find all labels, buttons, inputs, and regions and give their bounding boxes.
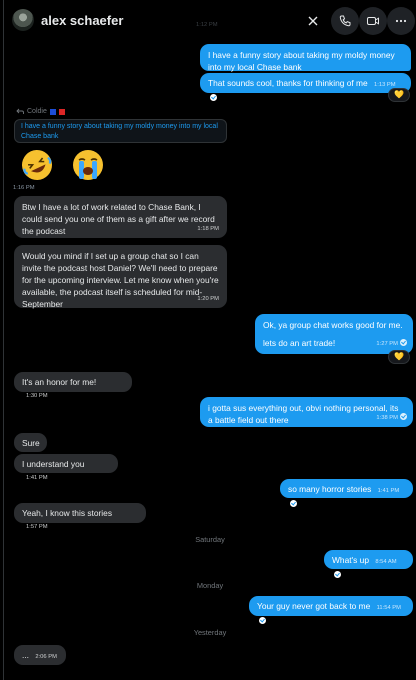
faded-timestamp: 1:12 PM	[196, 22, 218, 28]
heart-reaction-icon[interactable]: 💛	[388, 350, 410, 364]
message-text: Would you mind if I set up a group chat …	[22, 251, 219, 309]
message-time: 1:38 PM	[376, 415, 398, 421]
message-bubble-outgoing[interactable]: I have a funny story about taking my mol…	[200, 44, 411, 72]
message-bubble-outgoing[interactable]: so many horror stories 1:41 PM	[280, 479, 413, 507]
message-text: I understand you	[22, 459, 85, 469]
quoted-text: I have a funny story about taking my mol…	[21, 123, 218, 140]
message-text: Your guy never got back to me	[257, 601, 371, 611]
message-time: 1:30 PM	[26, 393, 48, 399]
message-bubble-outgoing[interactable]: What's up 8:54 AM	[324, 550, 413, 578]
flag-blue-icon	[49, 108, 56, 115]
dm-conversation: alex schaefer 1:12 PM I have a funny sto…	[3, 0, 416, 680]
quoted-message[interactable]: I have a funny story about taking my mol…	[14, 119, 227, 143]
message-time: 11:54 PM	[376, 605, 402, 611]
day-separator: Yesterday	[193, 628, 227, 637]
message-text: What's up	[332, 555, 369, 565]
read-check-icon	[334, 571, 341, 578]
message-time: 1:20 PM	[197, 296, 219, 302]
read-check-icon	[400, 339, 407, 346]
message-time: 1:27 PM	[376, 341, 398, 347]
message-bubble-incoming[interactable]: Sure	[14, 433, 47, 452]
message-text: Btw I have a lot of work related to Chas…	[22, 202, 215, 236]
close-button[interactable]	[299, 7, 327, 35]
message-bubble-incoming[interactable]: Yeah, I know this stories 1:57 PM	[14, 503, 146, 530]
message-bubble-outgoing[interactable]: i gotta sus everything out, obvi nothing…	[200, 397, 413, 427]
message-text: i gotta sus everything out, obvi nothing…	[208, 403, 399, 425]
message-bubble-incoming[interactable]: Would you mind if I set up a group chat …	[14, 245, 227, 309]
read-check-icon	[210, 94, 217, 101]
avatar[interactable]	[12, 9, 34, 31]
read-check-icon	[290, 500, 297, 507]
message-bubble-incoming[interactable]: I understand you 1:41 PM	[14, 454, 118, 481]
more-icon	[395, 19, 407, 23]
message-text: I have a funny story about taking my mol…	[208, 50, 395, 72]
message-bubble-incoming[interactable]: It's an honor for me! 1:30 PM	[14, 372, 132, 399]
message-text: Ok, ya group chat works good for me.	[263, 320, 403, 330]
message-text: It's an honor for me!	[22, 377, 97, 387]
message-time: 1:41 PM	[26, 475, 48, 481]
message-time: 1:16 PM	[13, 185, 35, 191]
message-time: 2:06 PM	[35, 654, 57, 660]
more-button[interactable]	[387, 7, 415, 35]
reply-arrow-icon	[16, 108, 24, 114]
message-time: 1:41 PM	[377, 488, 400, 494]
message-text: That sounds cool, thanks for thinking of…	[208, 78, 368, 88]
read-check-icon	[259, 617, 266, 624]
phone-icon	[339, 15, 351, 27]
message-text: Sure	[22, 438, 40, 448]
message-bubble-incoming[interactable]: ... 2:06 PM	[14, 645, 66, 665]
message-text: Yeah, I know this stories	[22, 508, 113, 518]
video-icon	[367, 17, 379, 25]
message-bubble-outgoing[interactable]: Your guy never got back to me 11:54 PM	[249, 596, 413, 624]
reply-context: Coldie	[16, 108, 65, 115]
message-time: 1:18 PM	[197, 226, 219, 232]
heart-reaction-icon[interactable]: 💛	[388, 88, 410, 102]
message-text: ...	[22, 650, 29, 660]
day-separator: Saturday	[195, 535, 225, 544]
message-time: 1:13 PM	[374, 82, 396, 88]
day-separator: Monday	[196, 581, 224, 590]
message-time: 1:57 PM	[26, 524, 48, 530]
conversation-header: alex schaefer 1:12 PM	[4, 0, 416, 42]
message-bubble-outgoing[interactable]: That sounds cool, thanks for thinking of…	[200, 73, 411, 101]
reply-author: Coldie	[27, 108, 47, 115]
call-button[interactable]	[331, 7, 359, 35]
message-bubble-outgoing[interactable]: Ok, ya group chat works good for me. let…	[255, 314, 413, 354]
close-icon	[308, 16, 318, 26]
video-call-button[interactable]	[359, 7, 387, 35]
message-time: 8:54 AM	[375, 559, 397, 565]
message-bubble-incoming[interactable]: Btw I have a lot of work related to Chas…	[14, 196, 227, 238]
read-check-icon	[400, 413, 407, 420]
rolling-on-floor-laughing-emoji	[22, 150, 52, 180]
flag-red-icon	[58, 108, 65, 115]
message-text: so many horror stories	[288, 484, 372, 494]
username[interactable]: alex schaefer	[41, 13, 123, 28]
loudly-crying-emoji	[73, 150, 103, 180]
